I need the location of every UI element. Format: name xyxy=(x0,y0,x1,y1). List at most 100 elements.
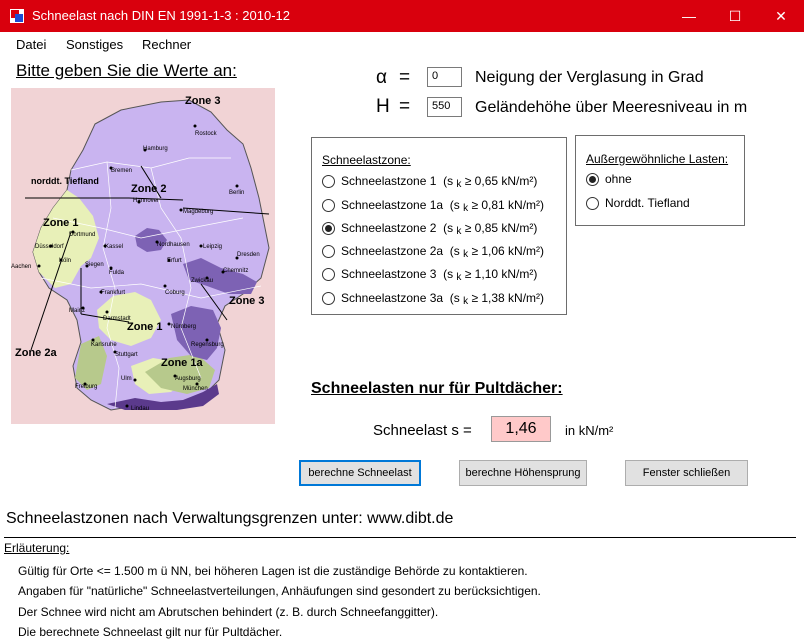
special-load-legend: Außergewöhnliche Lasten: xyxy=(586,152,729,166)
zone-label-2a: Zone 2a xyxy=(15,347,57,359)
germany-map-image: Zone 3 Zone 2 Zone 1 Zone 3 Zone 1 Zone … xyxy=(11,95,270,412)
city-duesseldorf: Düsseldorf xyxy=(35,244,64,250)
note-line-4: Die berechnete Schneelast gilt nur für P… xyxy=(18,625,283,639)
zone-label-3-north: Zone 3 xyxy=(185,95,220,107)
radio-zone-1-label: Schneelastzone 1 xyxy=(341,174,437,188)
radio-zone-2-label: Schneelastzone 2 xyxy=(341,221,437,235)
radio-zone-1a-label: Schneelastzone 1a xyxy=(341,198,444,212)
city-aachen: Aachen xyxy=(11,264,31,270)
menu-rechner[interactable]: Rechner xyxy=(142,37,191,52)
radio-zone-2a-indicator[interactable] xyxy=(322,244,335,258)
note-line-2: Angaben für "natürliche" Schneelastverte… xyxy=(18,584,541,598)
input-prompt: Bitte geben Sie die Werte an: xyxy=(16,61,237,80)
height-input[interactable]: 550 xyxy=(427,97,462,117)
alpha-symbol: α xyxy=(376,67,387,88)
maximize-icon: ☐ xyxy=(728,7,742,24)
height-equals: = xyxy=(399,96,411,117)
radio-zone-2-sub: k xyxy=(456,225,462,237)
zone-label-3-east: Zone 3 xyxy=(229,295,264,307)
menu-datei[interactable]: Datei xyxy=(16,37,46,52)
notes-heading: Erläuterung: xyxy=(4,541,70,555)
city-leipzig: Leipzig xyxy=(203,244,222,250)
radio-zone-1a[interactable]: Schneelastzone 1a (s k ≥ 0,81 kN/m²) xyxy=(322,198,545,214)
result-value: 1,46 xyxy=(491,416,551,442)
window-title: Schneelast nach DIN EN 1991-1-3 : 2010-1… xyxy=(32,8,290,23)
zone-label-1-west: Zone 1 xyxy=(43,217,78,229)
city-magdeburg: Magdeburg xyxy=(183,209,213,215)
radio-zone-2a-pre: (s xyxy=(449,244,460,258)
radio-zone-2[interactable]: Schneelastzone 2 (s k ≥ 0,85 kN/m²) xyxy=(322,221,538,237)
radio-zone-3[interactable]: Schneelastzone 3 (s k ≥ 1,10 kN/m²) xyxy=(322,267,537,283)
result-title: Schneelasten nur für Pultdächer: xyxy=(311,380,563,397)
city-freiburg: Freiburg xyxy=(75,384,97,390)
city-augsburg: Augsburg xyxy=(175,376,201,382)
main-panel: Bitte geben Sie die Werte an: Zone 3 Zon… xyxy=(0,56,804,644)
radio-zone-3-pre: (s xyxy=(443,267,454,281)
radio-zone-1[interactable]: Schneelastzone 1 (s k ≥ 0,65 kN/m²) xyxy=(322,174,537,190)
close-window-btn[interactable]: Fenster schließen xyxy=(625,460,748,486)
radio-zone-3a[interactable]: Schneelastzone 3a (s k ≥ 1,38 kN/m²) xyxy=(322,291,544,307)
city-dortmund: Dortmund xyxy=(69,232,95,238)
alpha-equals: = xyxy=(399,67,411,88)
zone-label-1a: Zone 1a xyxy=(161,357,203,369)
radio-zone-2a[interactable]: Schneelastzone 2a (s k ≥ 1,06 kN/m²) xyxy=(322,244,544,260)
city-rostock: Rostock xyxy=(195,131,218,137)
city-fulda: Fulda xyxy=(109,270,125,276)
radio-zone-1a-indicator[interactable] xyxy=(322,198,335,212)
radio-special-none[interactable]: ohne xyxy=(586,172,632,186)
radio-zone-3a-pre: (s xyxy=(449,291,460,305)
city-ulm: Ulm xyxy=(121,376,132,382)
note-line-1: Gültig für Orte <= 1.500 m ü NN, bei höh… xyxy=(18,564,528,578)
radio-zone-3a-indicator[interactable] xyxy=(322,291,335,305)
radio-special-tiefland-label: Norddt. Tiefland xyxy=(605,196,690,210)
city-chemnitz: Chemnitz xyxy=(223,268,248,274)
maximize-button[interactable]: ☐ xyxy=(712,0,758,32)
city-bremen: Bremen xyxy=(111,168,132,174)
menu-sonstiges[interactable]: Sonstiges xyxy=(66,37,123,52)
city-nuernberg: Nürnberg xyxy=(171,324,196,330)
snowzone-legend: Schneelastzone: xyxy=(322,153,411,167)
calculate-snowload-button[interactable]: berechne Schneelast xyxy=(299,460,421,486)
city-hamburg: Hamburg xyxy=(143,146,168,152)
result-label: Schneelast s = xyxy=(373,422,472,439)
divider xyxy=(4,537,796,538)
city-frankfurt: Frankfurt xyxy=(101,290,125,296)
snow-zone-map: Zone 3 Zone 2 Zone 1 Zone 3 Zone 1 Zone … xyxy=(11,88,275,424)
radio-zone-3-sub: k xyxy=(456,271,462,283)
city-siegen: Siegen xyxy=(85,262,104,268)
radio-zone-1-pre: (s xyxy=(443,174,454,188)
city-zwickau: Zwickau xyxy=(191,278,213,284)
radio-special-tiefland[interactable]: Norddt. Tiefland xyxy=(586,196,690,210)
radio-zone-2a-sub: k xyxy=(463,248,469,260)
radio-zone-2-indicator[interactable] xyxy=(322,221,335,235)
radio-zone-2-post: ≥ 0,85 kN/m²) xyxy=(464,221,538,235)
note-line-3: Der Schnee wird nicht am Abrutschen behi… xyxy=(18,605,439,619)
radio-zone-3a-label: Schneelastzone 3a xyxy=(341,291,444,305)
calculate-height-jump-button[interactable]: berechne Höhensprung xyxy=(459,460,587,486)
snowzone-group: Schneelastzone: Schneelastzone 1 (s k ≥ … xyxy=(311,137,567,315)
city-coburg: Coburg xyxy=(165,290,185,296)
radio-zone-3-indicator[interactable] xyxy=(322,267,335,281)
title-bar: Schneelast nach DIN EN 1991-1-3 : 2010-1… xyxy=(0,0,804,32)
city-dresden: Dresden xyxy=(237,252,260,258)
radio-zone-1a-post: ≥ 0,81 kN/m²) xyxy=(471,198,545,212)
radio-special-none-indicator[interactable] xyxy=(586,172,599,186)
close-icon: ✕ xyxy=(775,7,787,24)
city-karlsruhe: Karlsruhe xyxy=(91,342,117,348)
radio-zone-1a-pre: (s xyxy=(449,198,460,212)
radio-special-none-label: ohne xyxy=(605,172,632,186)
result-unit: in kN/m² xyxy=(565,423,614,438)
zone-label-tiefland: norddt. Tiefland xyxy=(31,176,99,186)
menu-bar: Datei Sonstiges Rechner xyxy=(0,32,804,56)
minimize-button[interactable]: — xyxy=(666,0,712,32)
radio-zone-2a-label: Schneelastzone 2a xyxy=(341,244,444,258)
radio-special-tiefland-indicator[interactable] xyxy=(586,196,599,210)
alpha-input[interactable]: 0 xyxy=(427,67,462,87)
city-regensburg: Regensburg xyxy=(191,342,224,348)
dibt-link-text: Schneelastzonen nach Verwaltungsgrenzen … xyxy=(6,510,454,527)
city-hannover: Hannover xyxy=(133,198,159,204)
close-window-button[interactable]: ✕ xyxy=(758,0,804,32)
city-nordhausen: Nordhausen xyxy=(157,242,190,248)
minimize-icon: — xyxy=(682,8,696,24)
radio-zone-1-indicator[interactable] xyxy=(322,174,335,188)
